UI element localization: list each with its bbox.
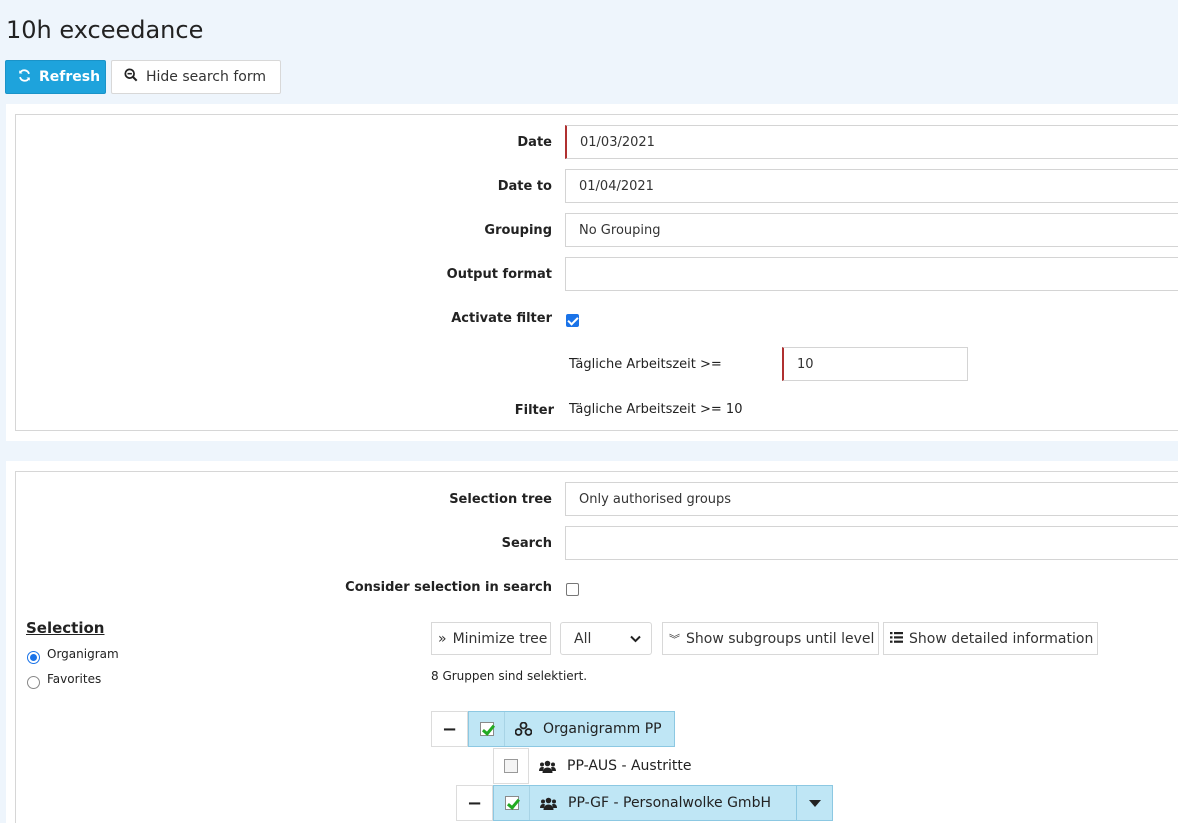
- tree-node-pp-aus[interactable]: PP-AUS - Austritte: [493, 748, 703, 784]
- refresh-button[interactable]: Refresh: [5, 60, 106, 94]
- search-label: Search: [501, 536, 552, 551]
- tree-node-checkbox[interactable]: [494, 786, 530, 820]
- search-input[interactable]: [565, 526, 1178, 560]
- selection-heading: Selection: [26, 619, 105, 637]
- page-title: 10h exceedance: [6, 16, 204, 44]
- output-format-label: Output format: [446, 267, 552, 282]
- zoom-out-icon: [124, 68, 138, 86]
- date-to-label: Date to: [497, 179, 552, 194]
- output-format-select[interactable]: [565, 257, 1178, 291]
- selected-count-text: 8 Gruppen sind selektiert.: [431, 669, 588, 683]
- show-detailed-info-button[interactable]: Show detailed information: [883, 622, 1098, 655]
- organigram-radio-label[interactable]: Organigram: [47, 647, 119, 661]
- list-icon: [890, 631, 903, 647]
- filter-condition-input[interactable]: 10: [782, 347, 968, 381]
- filter-condition-label: Tägliche Arbeitszeit >=: [569, 357, 722, 372]
- activate-filter-checkbox[interactable]: [566, 314, 579, 327]
- organigram-radio[interactable]: [27, 651, 40, 664]
- date-label: Date: [517, 135, 552, 150]
- hide-search-form-button[interactable]: Hide search form: [111, 60, 281, 94]
- selection-box: Selection tree Only authorised groups Se…: [15, 471, 1178, 823]
- tree-node-organigramm[interactable]: Organigramm PP: [468, 711, 675, 747]
- selection-tree-select[interactable]: Only authorised groups: [565, 482, 1178, 516]
- tree-node-label: Organigramm PP: [543, 721, 662, 737]
- date-field[interactable]: 01/03/2021: [565, 125, 1178, 159]
- selection-panel: Selection tree Only authorised groups Se…: [6, 461, 1178, 823]
- grouping-label: Grouping: [484, 223, 552, 238]
- tree-node-label: PP-AUS - Austritte: [567, 758, 692, 774]
- tree-collapse-toggle[interactable]: −: [456, 785, 493, 821]
- refresh-icon: [18, 68, 31, 86]
- consider-selection-checkbox[interactable]: [566, 583, 579, 596]
- activate-filter-label: Activate filter: [451, 311, 552, 326]
- users-icon: [529, 760, 565, 773]
- level-select[interactable]: All: [560, 622, 652, 655]
- search-form-box: Date 01/03/2021 Date to 01/04/2021 Group…: [15, 114, 1178, 431]
- show-detailed-info-label: Show detailed information: [909, 630, 1094, 647]
- tree-node-label: PP-GF - Personalwolke GmbH: [568, 795, 771, 811]
- minimize-tree-label: Minimize tree: [452, 630, 548, 647]
- filter-summary: Tägliche Arbeitszeit >= 10: [569, 402, 743, 417]
- consider-selection-label: Consider selection in search: [345, 580, 552, 595]
- chevron-down-icon: [630, 631, 641, 647]
- filter-label: Filter: [514, 403, 554, 418]
- date-to-field[interactable]: 01/04/2021: [565, 169, 1178, 203]
- minimize-tree-button[interactable]: » Minimize tree: [431, 622, 551, 655]
- show-subgroups-button[interactable]: ︾ Show subgroups until level: [662, 622, 879, 655]
- tree-node-dropdown-button[interactable]: [796, 786, 832, 820]
- favorites-radio-label[interactable]: Favorites: [47, 672, 101, 686]
- sitemap-icon: [505, 722, 541, 736]
- show-subgroups-label: Show subgroups until level: [686, 630, 875, 647]
- grouping-select[interactable]: No Grouping: [565, 213, 1178, 247]
- users-icon: [530, 797, 566, 810]
- level-select-value: All: [574, 630, 592, 647]
- double-chevron-right-icon: »: [438, 630, 447, 647]
- caret-down-icon: [808, 799, 821, 807]
- double-chevron-down-icon: ︾: [669, 632, 680, 646]
- search-form-panel: Date 01/03/2021 Date to 01/04/2021 Group…: [6, 104, 1178, 441]
- hide-search-form-label: Hide search form: [146, 69, 266, 85]
- favorites-radio[interactable]: [27, 676, 40, 689]
- tree-collapse-toggle[interactable]: −: [431, 711, 468, 747]
- tree-node-checkbox[interactable]: [469, 712, 505, 746]
- tree-node-pp-gf[interactable]: PP-GF - Personalwolke GmbH: [493, 785, 833, 821]
- tree-node-checkbox[interactable]: [493, 748, 529, 784]
- selection-tree-label: Selection tree: [449, 492, 552, 507]
- refresh-label: Refresh: [39, 69, 101, 85]
